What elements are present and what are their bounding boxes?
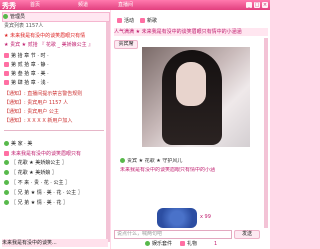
tab-activity[interactable]: 活动 xyxy=(117,17,134,25)
member-row[interactable]: 〖 兄 弟 ★ 情 · 美 · 花 · 公主 〗 xyxy=(4,189,108,197)
tab-home[interactable]: 首页 xyxy=(30,1,40,9)
tab-channel[interactable]: 频道 xyxy=(78,1,88,9)
page-number: 1 xyxy=(214,241,218,247)
rank-icon xyxy=(4,53,9,58)
room-title: 人气满满 ★ 未来我是有没中的谈笑眉眼只有情中的小涵涵 xyxy=(114,28,268,36)
manager-icon xyxy=(3,14,8,19)
right-scrollbar[interactable] xyxy=(264,38,268,228)
member-row[interactable]: 第 肆 拾 章 · 浅 · xyxy=(4,79,108,87)
rank-icon xyxy=(4,62,9,67)
member-row[interactable]: 〖 花歌 ★ 美娇娘 〗 xyxy=(4,169,108,177)
member-row[interactable]: 美 家 · 美 xyxy=(4,140,108,148)
member-row[interactable]: 〖 不 来 · 贵 · 花 · 公主 〗 xyxy=(4,179,108,187)
tab-live-room[interactable]: 直播间 xyxy=(118,1,133,9)
user-icon xyxy=(4,180,9,185)
minimize-button[interactable]: _ xyxy=(246,2,252,8)
activity-icon xyxy=(117,18,122,23)
rank-icon xyxy=(4,71,9,76)
user-icon xyxy=(4,190,9,195)
gift-count: x 99 xyxy=(200,214,211,220)
maximize-button[interactable]: □ xyxy=(254,2,260,8)
gift-icon xyxy=(120,158,125,163)
divider xyxy=(4,130,104,131)
manager-header[interactable]: 管理员 xyxy=(2,12,110,22)
user-icon xyxy=(4,170,9,175)
top-bar xyxy=(0,0,270,10)
video-subject-face xyxy=(176,62,206,106)
gift-message: 贵宾 ★ 花歌 ★ 守护风儿 xyxy=(120,158,262,165)
send-button[interactable]: 发送 xyxy=(234,230,260,239)
tab-new-songs[interactable]: 新歌 xyxy=(140,17,157,25)
user-icon xyxy=(4,160,9,165)
music-icon xyxy=(140,18,145,23)
member-row[interactable]: 第 叁 拾 章 · 美 · xyxy=(4,70,108,78)
close-button[interactable]: × xyxy=(262,2,268,8)
gift-tab-icon xyxy=(180,241,185,246)
marquee-line-1: ★ 未来我是有没中的谈笑眉眼只有情 xyxy=(4,33,86,39)
app-logo: 秀秀 xyxy=(2,2,16,9)
tab-gifts[interactable]: 礼物 xyxy=(180,240,197,248)
notice-1: 【通知】: 直播间提示禁言警告规则 xyxy=(4,91,83,97)
chat-input-placeholder: 说点什么，喊两句吧 xyxy=(117,231,163,237)
member-row[interactable]: 第 拾 章 节 · 时 · xyxy=(4,52,108,60)
left-scrollbar[interactable] xyxy=(106,22,110,242)
member-row[interactable]: 第 贰 拾 章 · 静 · xyxy=(4,61,108,69)
user-icon xyxy=(4,141,9,146)
notice-3: 【通知】: 贵宾用户 公主 xyxy=(4,109,59,115)
online-count: 贵宾列表 1157人 xyxy=(4,23,44,29)
left-footer: 未来我是有没中的谈笑... xyxy=(2,239,108,247)
notice-2: 【通知】: 贵宾用户 1157 人 xyxy=(4,100,69,106)
host-badge[interactable]: 贵宾席 xyxy=(114,40,138,49)
member-row[interactable]: 〖 花歌 ★ 美娇娘公主 〗 xyxy=(4,159,108,167)
marquee-line-2: ★ 贵宾 ★ 贰拾 『 花歌 _ 美娇娘公主 』 xyxy=(4,42,94,48)
chat-input[interactable]: 说点什么，喊两句吧 xyxy=(114,230,232,239)
kit-icon xyxy=(145,241,150,246)
user-icon xyxy=(4,200,9,205)
flower-gift-image xyxy=(157,208,197,228)
gift-message-2: 未来我是有没中的谈笑眉眼只有情中的小涵 xyxy=(120,167,216,173)
member-row[interactable]: 未来我是有没中的谈笑眉眼只有 xyxy=(4,150,108,158)
notice-4: 【通知】: X X X X 新用户加入 xyxy=(4,118,73,124)
tab-entertainment-kit[interactable]: 娱乐套件 xyxy=(145,240,172,248)
member-row[interactable]: 〖 兄 弟 ★ 情 · 美 · 花 〗 xyxy=(4,199,108,207)
rank-icon xyxy=(4,80,9,85)
vip-icon xyxy=(4,151,9,156)
